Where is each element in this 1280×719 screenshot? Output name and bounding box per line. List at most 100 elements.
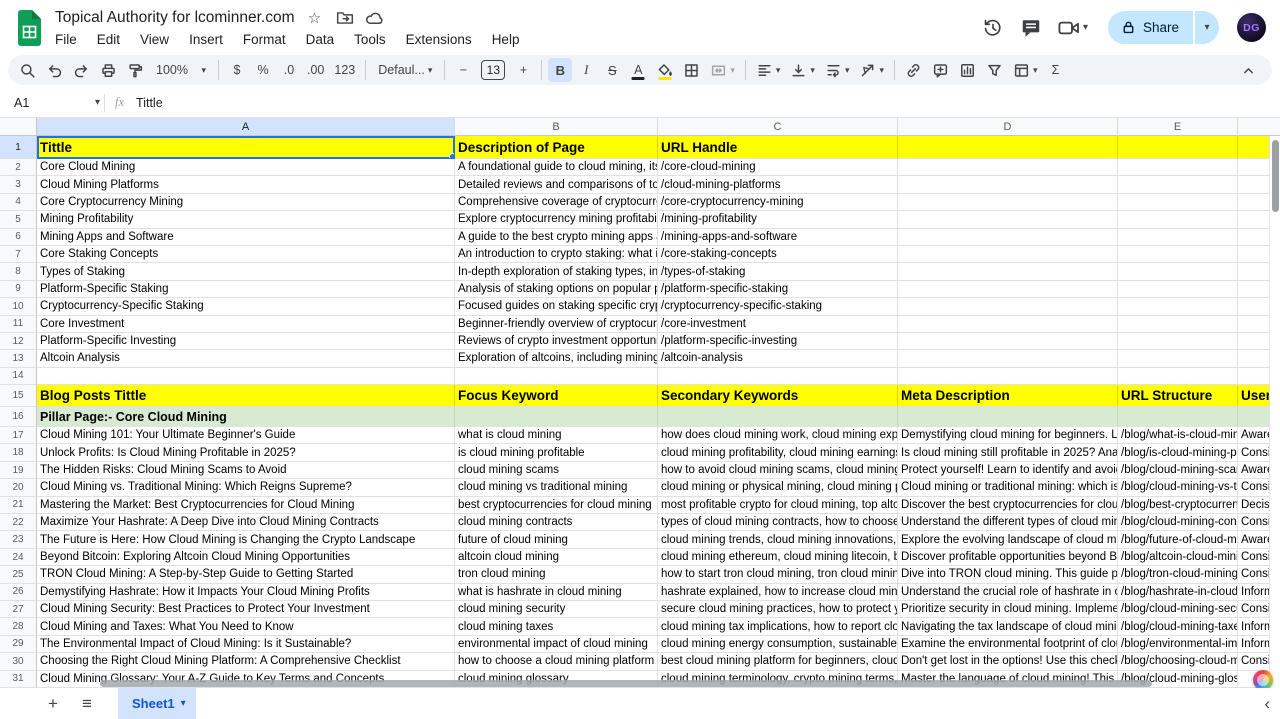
cell-E5[interactable] — [1118, 211, 1238, 228]
cell-D1[interactable] — [898, 136, 1118, 159]
cell-A18[interactable]: Unlock Profits: Is Cloud Mining Profitab… — [37, 444, 455, 461]
cell-E6[interactable] — [1118, 229, 1238, 246]
cell-C10[interactable]: /cryptocurrency-specific-staking — [658, 298, 898, 315]
cell-C24[interactable]: cloud mining ethereum, cloud mining lite… — [658, 549, 898, 566]
cell-C18[interactable]: cloud mining profitability, cloud mining… — [658, 444, 898, 461]
cell-C20[interactable]: cloud mining or physical mining, cloud m… — [658, 479, 898, 496]
cell-A9[interactable]: Platform-Specific Staking — [37, 281, 455, 298]
cell-E15[interactable]: URL Structure — [1118, 385, 1238, 407]
more-formats-button[interactable]: 123 — [330, 58, 359, 82]
cell-B23[interactable]: future of cloud mining — [455, 531, 658, 548]
cell-E27[interactable]: /blog/cloud-mining-secu — [1118, 601, 1238, 618]
cell-B21[interactable]: best cryptocurrencies for cloud mining — [455, 497, 658, 514]
cell-A24[interactable]: Beyond Bitcoin: Exploring Altcoin Cloud … — [37, 549, 455, 566]
cell-E26[interactable]: /blog/hashrate-in-cloud- — [1118, 584, 1238, 601]
cell-E2[interactable] — [1118, 159, 1238, 176]
row-header-6[interactable]: 6 — [0, 229, 37, 246]
cell-C19[interactable]: how to avoid cloud mining scams, cloud m… — [658, 462, 898, 479]
cell-B8[interactable]: In-depth exploration of staking types, i… — [455, 263, 658, 280]
insert-comment-icon[interactable] — [928, 58, 953, 82]
cell-B28[interactable]: cloud mining taxes — [455, 618, 658, 635]
cell-A15[interactable]: Blog Posts Tittle — [37, 385, 455, 407]
row-header-27[interactable]: 27 — [0, 601, 37, 618]
cell-B11[interactable]: Beginner-friendly overview of cryptocurr… — [455, 316, 658, 333]
cell-E25[interactable]: /blog/tron-cloud-mining- — [1118, 566, 1238, 583]
cell-B15[interactable]: Focus Keyword — [455, 385, 658, 407]
cell-E3[interactable] — [1118, 176, 1238, 193]
cell-B4[interactable]: Comprehensive coverage of cryptocurrer — [455, 194, 658, 211]
cell-C15[interactable]: Secondary Keywords — [658, 385, 898, 407]
redo-icon[interactable] — [69, 58, 94, 82]
move-folder-icon[interactable] — [335, 8, 355, 28]
row-header-19[interactable]: 19 — [0, 462, 37, 479]
cell-D28[interactable]: Navigating the tax landscape of cloud mi… — [898, 618, 1118, 635]
cell-B10[interactable]: Focused guides on staking specific crypt — [455, 298, 658, 315]
increase-font-size-button[interactable]: + — [511, 58, 535, 82]
cell-D2[interactable] — [898, 159, 1118, 176]
row-header-9[interactable]: 9 — [0, 281, 37, 298]
paint-format-icon[interactable] — [123, 58, 148, 82]
cell-D29[interactable]: Examine the environmental footprint of c… — [898, 636, 1118, 653]
menu-help[interactable]: Help — [484, 30, 528, 49]
cell-E30[interactable]: /blog/choosing-cloud-mi — [1118, 653, 1238, 670]
cell-E14[interactable] — [1118, 368, 1238, 385]
row-header-14[interactable]: 14 — [0, 368, 37, 385]
cell-A20[interactable]: Cloud Mining vs. Traditional Mining: Whi… — [37, 479, 455, 496]
row-header-1[interactable]: 1 — [0, 136, 37, 159]
cell-B5[interactable]: Explore cryptocurrency mining profitabil… — [455, 211, 658, 228]
menu-view[interactable]: View — [132, 30, 177, 49]
insert-chart-icon[interactable] — [955, 58, 980, 82]
cell-E1[interactable] — [1118, 136, 1238, 159]
cell-E18[interactable]: /blog/is-cloud-mining-pr — [1118, 444, 1238, 461]
row-header-21[interactable]: 21 — [0, 497, 37, 514]
row-header-24[interactable]: 24 — [0, 549, 37, 566]
cell-E16[interactable] — [1118, 407, 1238, 427]
cell-A7[interactable]: Core Staking Concepts — [37, 246, 455, 263]
row-header-17[interactable]: 17 — [0, 427, 37, 444]
cell-B29[interactable]: environmental impact of cloud mining — [455, 636, 658, 653]
cell-A23[interactable]: The Future is Here: How Cloud Mining is … — [37, 531, 455, 548]
cell-A5[interactable]: Mining Profitability — [37, 211, 455, 228]
cell-E13[interactable] — [1118, 350, 1238, 367]
cell-A28[interactable]: Cloud Mining and Taxes: What You Need to… — [37, 618, 455, 635]
menu-edit[interactable]: Edit — [89, 30, 128, 49]
format-currency-button[interactable]: $ — [225, 58, 249, 82]
cell-E22[interactable]: /blog/cloud-mining-contr — [1118, 514, 1238, 531]
row-header-11[interactable]: 11 — [0, 316, 37, 333]
print-icon[interactable] — [96, 58, 121, 82]
decrease-font-size-button[interactable]: − — [451, 58, 475, 82]
cell-C16[interactable] — [658, 407, 898, 427]
cell-B22[interactable]: cloud mining contracts — [455, 514, 658, 531]
cell-C11[interactable]: /core-investment — [658, 316, 898, 333]
row-header-18[interactable]: 18 — [0, 444, 37, 461]
italic-button[interactable]: I — [574, 58, 598, 82]
cell-B6[interactable]: A guide to the best crypto mining apps a — [455, 229, 658, 246]
menu-format[interactable]: Format — [235, 30, 294, 49]
cell-B30[interactable]: how to choose a cloud mining platform — [455, 653, 658, 670]
cell-D13[interactable] — [898, 350, 1118, 367]
select-all-corner[interactable] — [0, 118, 37, 136]
cell-C17[interactable]: how does cloud mining work, cloud mining… — [658, 427, 898, 444]
column-header-B[interactable]: B — [455, 118, 658, 136]
cell-A1[interactable]: Tittle — [37, 136, 455, 159]
cell-C3[interactable]: /cloud-mining-platforms — [658, 176, 898, 193]
row-header-10[interactable]: 10 — [0, 298, 37, 315]
cell-A3[interactable]: Cloud Mining Platforms — [37, 176, 455, 193]
share-button[interactable]: Share ▾ — [1108, 11, 1219, 44]
cell-A10[interactable]: Cryptocurrency-Specific Staking — [37, 298, 455, 315]
account-avatar[interactable]: DG — [1237, 13, 1266, 42]
cell-E8[interactable] — [1118, 263, 1238, 280]
vertical-scrollbar[interactable] — [1269, 136, 1280, 688]
cell-C2[interactable]: /core-cloud-mining — [658, 159, 898, 176]
cell-C29[interactable]: cloud mining energy consumption, sustain… — [658, 636, 898, 653]
table-views-icon[interactable]: ▾ — [1009, 58, 1042, 82]
cell-A4[interactable]: Core Cryptocurrency Mining — [37, 194, 455, 211]
cell-C5[interactable]: /mining-profitability — [658, 211, 898, 228]
row-header-31[interactable]: 31 — [0, 671, 37, 688]
cell-C25[interactable]: how to start tron cloud mining, tron clo… — [658, 566, 898, 583]
row-header-20[interactable]: 20 — [0, 479, 37, 496]
cell-E23[interactable]: /blog/future-of-cloud-mir — [1118, 531, 1238, 548]
cell-C21[interactable]: most profitable crypto for cloud mining,… — [658, 497, 898, 514]
cell-D3[interactable] — [898, 176, 1118, 193]
borders-icon[interactable] — [679, 58, 704, 82]
